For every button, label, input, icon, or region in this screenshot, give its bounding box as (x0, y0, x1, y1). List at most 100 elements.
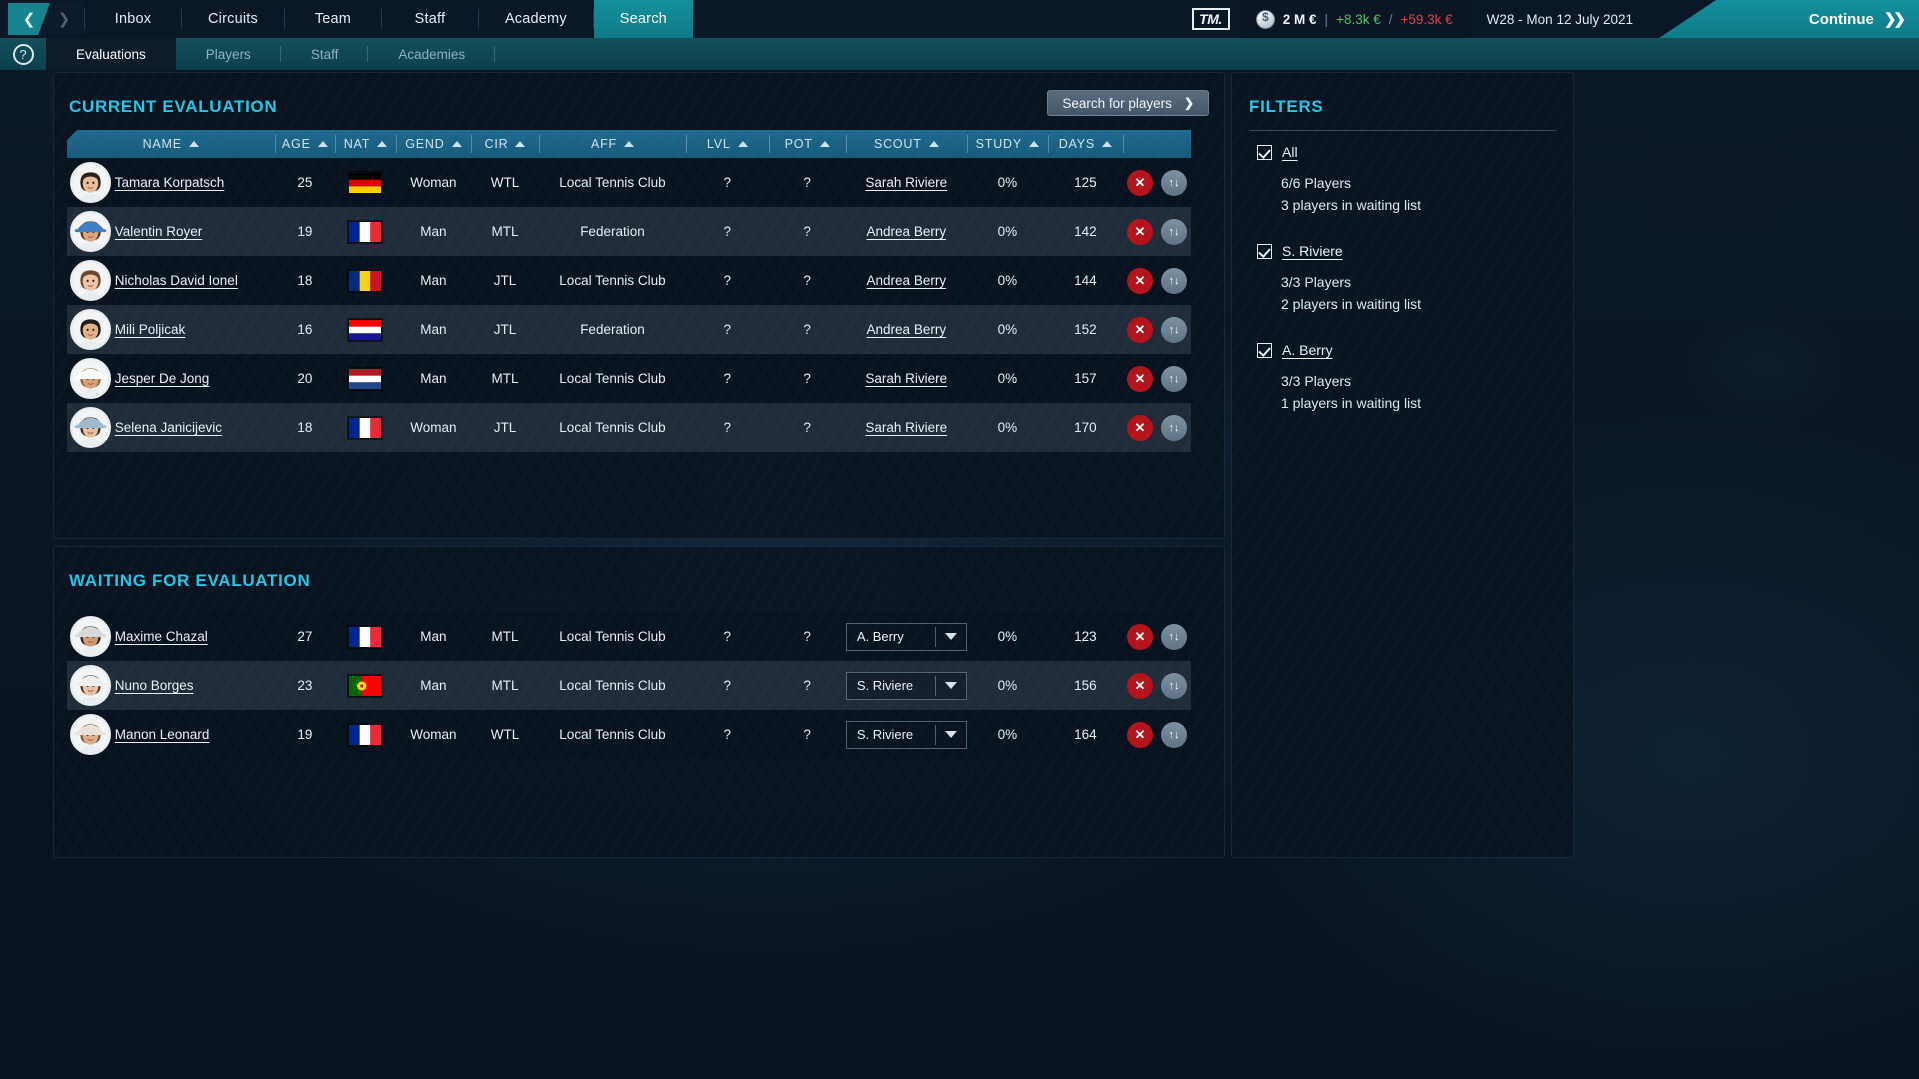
continue-button[interactable]: Continue ❯❯ (1659, 0, 1919, 38)
player-nationality (335, 612, 396, 661)
filter-toggle-s-riviere[interactable]: S. Riviere (1257, 243, 1547, 259)
scout-name-link[interactable]: Sarah Riviere (865, 175, 947, 190)
swap-player-button[interactable]: ↑↓ (1161, 624, 1187, 650)
player-scout[interactable]: S. Riviere (846, 710, 967, 759)
row-actions: ✕ ↑↓ (1127, 722, 1187, 748)
swap-player-button[interactable]: ↑↓ (1161, 170, 1187, 196)
table-row[interactable]: Nuno Borges23ManMTLLocal Tennis Club??S.… (67, 661, 1191, 710)
filter-toggle-a-berry[interactable]: A. Berry (1257, 342, 1547, 358)
column-header-days[interactable]: DAYS (1048, 130, 1123, 158)
player-name-link[interactable]: Maxime Chazal (115, 629, 208, 644)
avatar[interactable] (70, 260, 111, 301)
remove-player-button[interactable]: ✕ (1127, 673, 1153, 699)
nav-item-academy[interactable]: Academy (479, 0, 593, 38)
remove-player-button[interactable]: ✕ (1127, 219, 1153, 245)
avatar[interactable] (70, 309, 111, 350)
scout-name-link[interactable]: Andrea Berry (867, 224, 947, 239)
table-row[interactable]: Nicholas David Ionel18ManJTLLocal Tennis… (67, 256, 1191, 305)
swap-player-button[interactable]: ↑↓ (1161, 219, 1187, 245)
column-header-age[interactable]: AGE (275, 130, 336, 158)
tab-evaluations[interactable]: Evaluations (46, 38, 176, 70)
nav-item-circuits[interactable]: Circuits (182, 0, 284, 38)
player-affiliation: Local Tennis Club (539, 158, 686, 207)
column-header-aff[interactable]: AFF (539, 130, 686, 158)
avatar[interactable] (70, 665, 111, 706)
column-header-gend[interactable]: GEND (396, 130, 471, 158)
column-header-pot[interactable]: POT (769, 130, 846, 158)
column-header-scout[interactable]: SCOUT (846, 130, 967, 158)
swap-player-button[interactable]: ↑↓ (1161, 673, 1187, 699)
remove-player-button[interactable]: ✕ (1127, 170, 1153, 196)
nav-item-staff[interactable]: Staff (382, 0, 478, 38)
avatar[interactable] (70, 407, 111, 448)
caret-down-icon[interactable] (936, 731, 966, 738)
column-header-nat[interactable]: NAT (335, 130, 396, 158)
avatar[interactable] (70, 358, 111, 399)
caret-down-icon[interactable] (936, 633, 966, 640)
player-name-link[interactable]: Nuno Borges (115, 678, 194, 693)
filter-toggle-all[interactable]: All (1257, 144, 1547, 160)
player-name-link[interactable]: Jesper De Jong (115, 371, 210, 386)
player-age: 16 (275, 305, 336, 354)
player-scout[interactable]: A. Berry (846, 612, 967, 661)
avatar[interactable] (70, 714, 111, 755)
search-for-players-button[interactable]: Search for players ❯ (1047, 90, 1209, 116)
swap-player-button[interactable]: ↑↓ (1161, 722, 1187, 748)
table-row[interactable]: Jesper De Jong20ManMTLLocal Tennis Club?… (67, 354, 1191, 403)
caret-down-icon[interactable] (936, 682, 966, 689)
column-header-name[interactable]: NAME (67, 130, 275, 158)
forward-button[interactable]: ❯ (44, 3, 84, 35)
scout-name-link[interactable]: Andrea Berry (867, 322, 947, 337)
scout-select[interactable]: A. Berry (846, 623, 967, 651)
tm-logo: TM. (1192, 8, 1230, 30)
column-header-lvl[interactable]: LVL (686, 130, 769, 158)
nav-item-search[interactable]: Search (594, 0, 693, 38)
remove-player-button[interactable]: ✕ (1127, 722, 1153, 748)
avatar[interactable] (70, 211, 111, 252)
avatar-image (72, 618, 109, 655)
swap-player-button[interactable]: ↑↓ (1161, 268, 1187, 294)
nav-item-inbox[interactable]: Inbox (85, 0, 181, 38)
table-row[interactable]: Mili Poljicak16ManJTLFederation??Andrea … (67, 305, 1191, 354)
scout-name-link[interactable]: Sarah Riviere (865, 420, 947, 435)
player-name-link[interactable]: Manon Leonard (115, 727, 210, 742)
column-header-cir[interactable]: CIR (471, 130, 539, 158)
avatar[interactable] (70, 162, 111, 203)
avatar-image (72, 360, 109, 397)
player-name-link[interactable]: Nicholas David Ionel (115, 273, 238, 288)
scout-select[interactable]: S. Riviere (846, 721, 967, 749)
player-name-link[interactable]: Selena Janicijevic (115, 420, 222, 435)
column-header-study[interactable]: STUDY (967, 130, 1048, 158)
tab-players[interactable]: Players (176, 38, 281, 70)
swap-player-button[interactable]: ↑↓ (1161, 366, 1187, 392)
table-row[interactable]: Valentin Royer19ManMTLFederation??Andrea… (67, 207, 1191, 256)
player-name-link[interactable]: Tamara Korpatsch (115, 175, 225, 190)
table-row[interactable]: Selena Janicijevic18WomanJTLLocal Tennis… (67, 403, 1191, 452)
table-row[interactable]: Tamara Korpatsch25WomanWTLLocal Tennis C… (67, 158, 1191, 207)
remove-player-button[interactable]: ✕ (1127, 366, 1153, 392)
tab-academies[interactable]: Academies (368, 38, 495, 70)
swap-player-button[interactable]: ↑↓ (1161, 415, 1187, 441)
remove-player-button[interactable]: ✕ (1127, 268, 1153, 294)
nav-item-team[interactable]: Team (285, 0, 381, 38)
table-row[interactable]: Manon Leonard19WomanWTLLocal Tennis Club… (67, 710, 1191, 759)
checkbox-checked-icon[interactable] (1257, 343, 1272, 358)
checkbox-checked-icon[interactable] (1257, 244, 1272, 259)
tab-staff[interactable]: Staff (281, 38, 369, 70)
player-name-link[interactable]: Valentin Royer (115, 224, 203, 239)
checkbox-checked-icon[interactable] (1257, 145, 1272, 160)
scout-name-link[interactable]: Andrea Berry (867, 273, 947, 288)
scout-select[interactable]: S. Riviere (846, 672, 967, 700)
swap-player-button[interactable]: ↑↓ (1161, 317, 1187, 343)
table-row[interactable]: Maxime Chazal27ManMTLLocal Tennis Club??… (67, 612, 1191, 661)
player-nationality (335, 403, 396, 452)
player-name-link[interactable]: Mili Poljicak (115, 322, 186, 337)
help-button[interactable]: ? (0, 38, 46, 70)
player-days: 142 (1048, 207, 1123, 256)
remove-player-button[interactable]: ✕ (1127, 415, 1153, 441)
remove-player-button[interactable]: ✕ (1127, 317, 1153, 343)
avatar[interactable] (70, 616, 111, 657)
player-scout[interactable]: S. Riviere (846, 661, 967, 710)
remove-player-button[interactable]: ✕ (1127, 624, 1153, 650)
scout-name-link[interactable]: Sarah Riviere (865, 371, 947, 386)
